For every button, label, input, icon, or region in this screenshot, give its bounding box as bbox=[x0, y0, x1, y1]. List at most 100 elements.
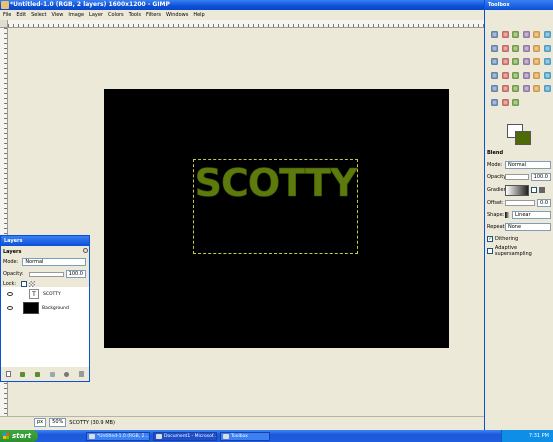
offset-slider[interactable] bbox=[505, 200, 536, 206]
align-icon[interactable] bbox=[490, 57, 499, 66]
status-info: SCOTTY (30.9 MB) bbox=[69, 419, 115, 426]
layers-opacity-value[interactable]: 100.0 bbox=[65, 270, 86, 278]
paintbrush-icon[interactable] bbox=[543, 71, 552, 80]
taskbar: start *Untitled-1.0 (RGB, 2... Document1… bbox=[0, 430, 553, 442]
convolve-icon[interactable] bbox=[490, 98, 499, 107]
task-gimp[interactable]: *Untitled-1.0 (RGB, 2... bbox=[86, 431, 150, 441]
menu-edit[interactable]: Edit bbox=[16, 12, 26, 18]
pencil-icon[interactable] bbox=[532, 71, 541, 80]
tool-grid bbox=[485, 0, 553, 124]
layers-mode-label: Mode: bbox=[3, 259, 19, 265]
window-titlebar[interactable]: *Untitled-1.0 (RGB, 2 layers) 1600x1200 … bbox=[0, 0, 484, 10]
shear-icon[interactable] bbox=[532, 57, 541, 66]
task-word[interactable]: Document1 - Microsof... bbox=[153, 431, 217, 441]
foreground-select-icon[interactable] bbox=[490, 44, 499, 53]
dialog-menu-icon[interactable] bbox=[83, 248, 88, 253]
reverse-icon bbox=[539, 187, 545, 193]
start-button[interactable]: start bbox=[0, 430, 38, 442]
text-layer-icon: T bbox=[29, 289, 39, 299]
airbrush-icon[interactable] bbox=[501, 84, 510, 93]
by-color-select-icon[interactable] bbox=[532, 30, 541, 39]
unit-select[interactable]: px bbox=[34, 418, 47, 427]
ink-icon[interactable] bbox=[511, 84, 520, 93]
eye-icon[interactable] bbox=[7, 292, 13, 296]
delete-layer-icon[interactable] bbox=[79, 371, 85, 377]
menu-tools[interactable]: Tools bbox=[129, 12, 141, 18]
horizontal-ruler[interactable] bbox=[8, 20, 484, 28]
zoom-icon[interactable] bbox=[522, 44, 531, 53]
bucket-fill-icon[interactable] bbox=[511, 71, 520, 80]
system-tray-clock: 7:31 PM bbox=[501, 430, 553, 442]
paths-icon[interactable] bbox=[501, 44, 510, 53]
color-picker-icon[interactable] bbox=[511, 44, 520, 53]
shape-label: Shape: bbox=[487, 212, 505, 218]
dithering-label: Dithering bbox=[495, 236, 519, 242]
menu-image[interactable]: Image bbox=[68, 12, 84, 18]
repeat-select[interactable]: None bbox=[505, 223, 551, 231]
text-icon[interactable] bbox=[501, 71, 510, 80]
new-layer-icon[interactable] bbox=[5, 371, 11, 377]
blend-opacity-value[interactable]: 100.0 bbox=[530, 173, 551, 181]
free-select-icon[interactable] bbox=[511, 30, 520, 39]
ruler-corner[interactable] bbox=[0, 20, 8, 28]
flip-icon[interactable] bbox=[490, 71, 499, 80]
move-icon[interactable] bbox=[543, 44, 552, 53]
clone-icon[interactable] bbox=[522, 84, 531, 93]
layers-opacity-slider[interactable] bbox=[28, 271, 64, 277]
perspective-clone-icon[interactable] bbox=[543, 84, 552, 93]
anchor-layer-icon[interactable] bbox=[64, 371, 70, 377]
gradient-preview[interactable] bbox=[505, 184, 529, 196]
gimp-icon bbox=[1, 1, 9, 9]
menu-windows[interactable]: Windows bbox=[166, 12, 188, 18]
blend-opacity-slider[interactable] bbox=[505, 174, 529, 180]
crop-icon[interactable] bbox=[501, 57, 510, 66]
status-bar: px 50% SCOTTY (30.9 MB) bbox=[0, 416, 484, 428]
menu-layer[interactable]: Layer bbox=[89, 12, 103, 18]
scissors-icon[interactable] bbox=[543, 30, 552, 39]
eraser-icon[interactable] bbox=[490, 84, 499, 93]
ellipse-select-icon[interactable] bbox=[501, 30, 510, 39]
layers-list-empty bbox=[1, 315, 89, 367]
lower-layer-icon[interactable] bbox=[35, 371, 41, 377]
shape-select[interactable]: Linear bbox=[512, 211, 551, 219]
layer-name: Background bbox=[42, 305, 69, 311]
heal-icon[interactable] bbox=[532, 84, 541, 93]
measure-icon[interactable] bbox=[532, 44, 541, 53]
background-color-swatch[interactable] bbox=[515, 131, 531, 145]
perspective-icon[interactable] bbox=[543, 57, 552, 66]
offset-value[interactable]: 0.0 bbox=[537, 199, 551, 207]
repeat-label: Repeat: bbox=[487, 224, 507, 230]
blend-icon[interactable] bbox=[522, 71, 531, 80]
layers-mode-select[interactable]: Normal bbox=[22, 258, 86, 266]
eye-icon[interactable] bbox=[7, 306, 13, 310]
layers-titlebar[interactable]: Layers bbox=[1, 236, 89, 246]
layer-row-background[interactable]: Background bbox=[1, 301, 89, 315]
scale-icon[interactable] bbox=[522, 57, 531, 66]
adaptive-supersampling-checkbox[interactable] bbox=[487, 248, 493, 254]
rotate-icon[interactable] bbox=[511, 57, 520, 66]
reverse-gradient-checkbox[interactable] bbox=[531, 187, 537, 193]
fuzzy-select-icon[interactable] bbox=[522, 30, 531, 39]
blend-opacity-label: Opacity: bbox=[487, 174, 508, 180]
linear-shape-icon bbox=[505, 212, 510, 218]
layer-row-scotty[interactable]: T SCOTTY bbox=[1, 287, 89, 301]
menu-help[interactable]: Help bbox=[193, 12, 204, 18]
menu-colors[interactable]: Colors bbox=[108, 12, 124, 18]
menu-file[interactable]: File bbox=[3, 12, 11, 18]
adaptive-supersampling-label: Adaptive supersampling bbox=[494, 245, 532, 257]
blend-mode-select[interactable]: Normal bbox=[505, 161, 551, 169]
menu-view[interactable]: View bbox=[52, 12, 64, 18]
raise-layer-icon[interactable] bbox=[20, 371, 26, 377]
menu-filters[interactable]: Filters bbox=[146, 12, 161, 18]
menu-select[interactable]: Select bbox=[31, 12, 46, 18]
rect-select-icon[interactable] bbox=[490, 30, 499, 39]
layers-header: Layers bbox=[3, 249, 22, 255]
zoom-select[interactable]: 50% bbox=[49, 418, 67, 427]
blend-mode-label: Mode: bbox=[487, 162, 503, 168]
task-toolbox[interactable]: Toolbox bbox=[220, 431, 270, 441]
dithering-checkbox[interactable] bbox=[487, 235, 493, 242]
duplicate-layer-icon[interactable] bbox=[49, 371, 55, 377]
dodge-burn-icon[interactable] bbox=[511, 98, 520, 107]
smudge-icon[interactable] bbox=[501, 98, 510, 107]
blend-tool-options: Blend Mode: Normal Opacity: 100.0 Gradient… bbox=[485, 147, 553, 257]
